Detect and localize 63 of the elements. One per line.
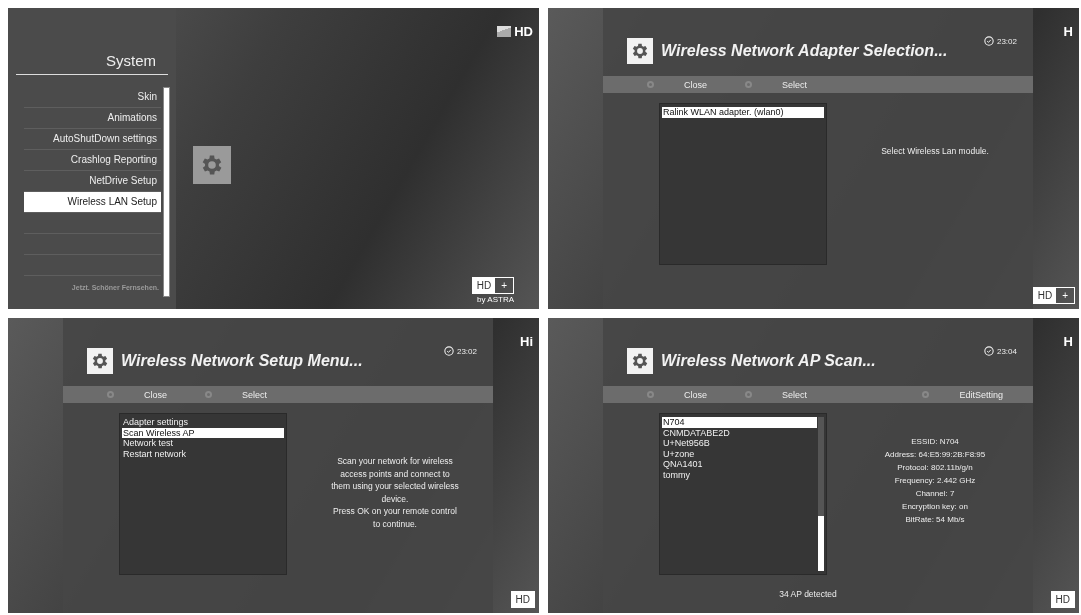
detail-line: ESSID: N704	[911, 437, 959, 446]
channel-logo: H	[1063, 24, 1073, 39]
list-item[interactable]: CNMDATABE2D	[662, 427, 817, 438]
gear-icon	[627, 348, 653, 374]
list-item[interactable]: Ralink WLAN adapter. (wlan0)	[662, 107, 824, 118]
hd-plus-logo: HD	[1050, 591, 1075, 608]
description-text: Scan your network for wireless access points and connect to them using your selected wireless device. Press OK on your remote control to continue.	[331, 455, 459, 530]
menu-item[interactable]: Crashlog Reporting	[24, 150, 161, 171]
hd-plus-logo: HD +	[1032, 287, 1075, 304]
hd-plus-logo: HD	[510, 591, 535, 608]
menu-title: System	[105, 52, 157, 69]
menu-item[interactable]: Wireless LAN Setup	[24, 192, 161, 213]
list-item[interactable]: Scan Wireless AP	[122, 427, 284, 438]
detail-line: Address: 64:E5:99:2B:F8:95	[884, 450, 986, 459]
dialog-title: Wireless Network Adapter Selection...	[661, 42, 949, 60]
dialog-title: Wireless Network Setup Menu...	[121, 352, 364, 370]
description-text: Select Wireless Lan module.	[881, 145, 989, 158]
menu-item[interactable]: Animations	[24, 108, 161, 129]
detail-line: BitRate: 54 Mb/s	[905, 515, 965, 524]
list-item[interactable]: Adapter settings	[122, 417, 284, 428]
clock-time: 23:04	[996, 346, 1017, 356]
logo-caption: by ASTRA	[477, 295, 514, 304]
gear-icon	[193, 146, 231, 184]
gear-icon	[627, 38, 653, 64]
circle-key-icon	[205, 391, 212, 398]
circle-key-icon	[745, 81, 752, 88]
dialog-title: Wireless Network AP Scan...	[661, 352, 877, 370]
list-item[interactable]: N704	[662, 417, 817, 428]
circle-key-icon	[107, 391, 114, 398]
hd-plus-logo: HD +	[471, 277, 514, 294]
circle-key-icon	[647, 391, 654, 398]
circle-key-icon	[745, 391, 752, 398]
menu-item[interactable]: Skin	[24, 87, 161, 108]
key-label[interactable]: EditSetting	[959, 389, 1003, 400]
list-item[interactable]: U+zone	[662, 448, 817, 459]
list-item[interactable]: Restart network	[122, 448, 284, 459]
list-item[interactable]: Network test	[122, 438, 284, 449]
key-label[interactable]: Select	[242, 389, 268, 400]
key-label[interactable]: Close	[144, 389, 167, 400]
key-label[interactable]: Select	[782, 389, 808, 400]
channel-logo: HD	[497, 24, 533, 39]
clock-icon	[983, 346, 994, 356]
clock-time: 23:02	[456, 346, 477, 356]
list-item[interactable]: tommy	[662, 469, 817, 480]
list-item[interactable]: U+Net956B	[662, 438, 817, 449]
key-label[interactable]: Close	[684, 79, 707, 90]
gear-icon	[87, 348, 113, 374]
circle-key-icon	[922, 391, 930, 398]
detail-line: Channel: 7	[915, 489, 955, 498]
key-label[interactable]: Close	[684, 389, 707, 400]
circle-key-icon	[647, 81, 654, 88]
key-label[interactable]: Select	[782, 79, 808, 90]
detail-line: Frequency: 2.442 GHz	[894, 476, 976, 485]
menu-item[interactable]: AutoShutDown settings	[24, 129, 161, 150]
clock-time: 23:02	[996, 36, 1017, 46]
clock-icon	[983, 36, 994, 46]
list-item[interactable]: QNA1401	[662, 459, 817, 470]
detail-line: Encryption key: on	[902, 502, 968, 511]
channel-logo: H	[1063, 334, 1073, 349]
clock-icon	[443, 346, 454, 356]
channel-logo: Hi	[520, 334, 533, 349]
status-text: 34 AP detected	[778, 589, 838, 599]
detail-line: Protocol: 802.11b/g/n	[897, 463, 973, 472]
